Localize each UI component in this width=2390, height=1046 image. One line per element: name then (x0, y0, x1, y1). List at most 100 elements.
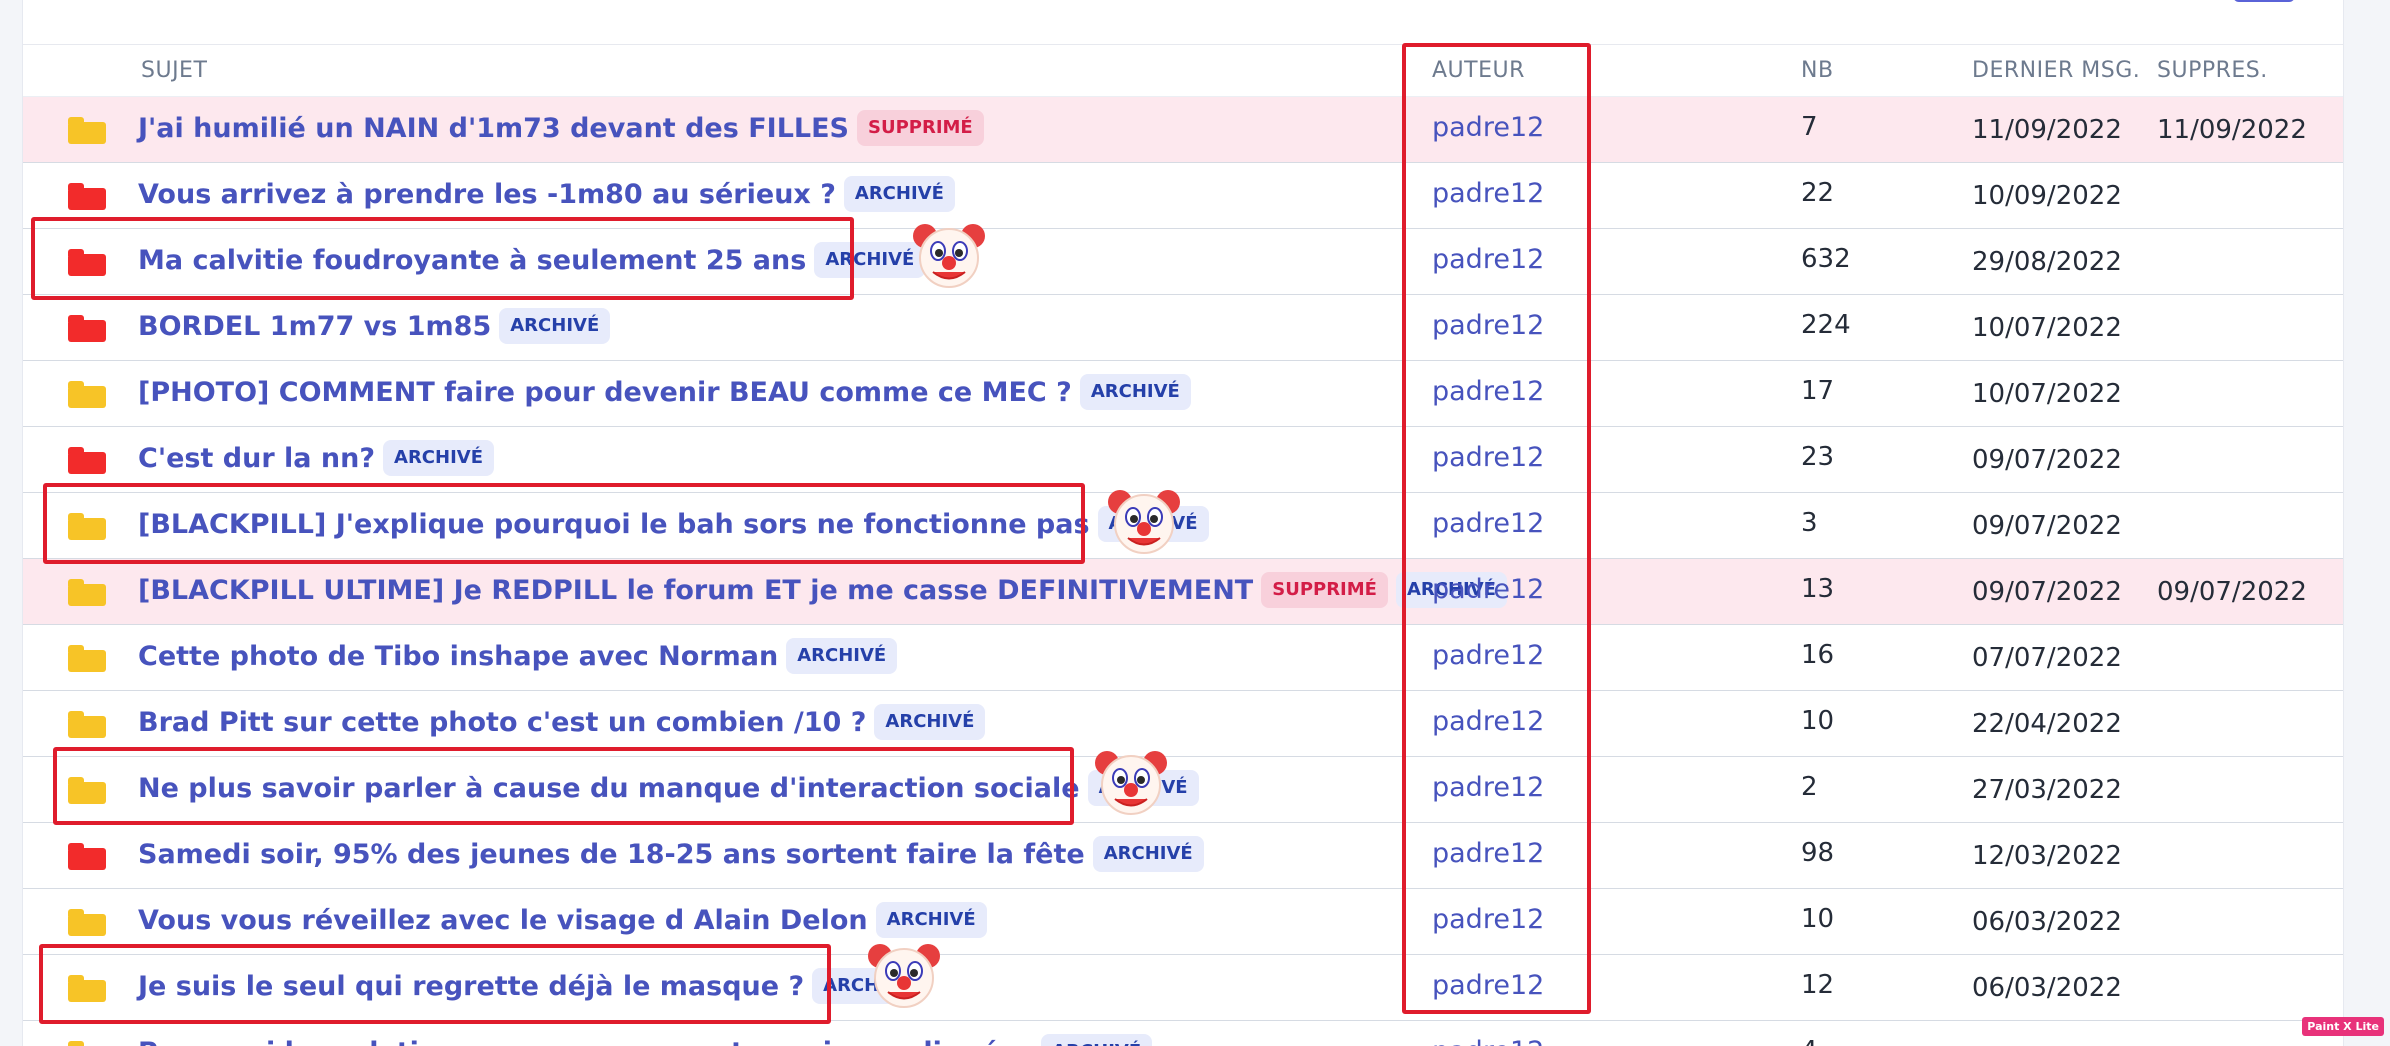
author-link[interactable]: padre12 (1432, 772, 1544, 803)
table-row[interactable]: Ne plus savoir parler à cause du manque … (23, 757, 2343, 823)
message-count: 17 (1801, 376, 1835, 406)
top-action-button[interactable] (2233, 0, 2295, 2)
watermark-badge: Paint X Lite (2302, 1017, 2384, 1036)
topic-link[interactable]: Samedi soir, 95% des jeunes de 18-25 ans… (138, 839, 1085, 870)
folder-icon (68, 843, 106, 870)
topic-link[interactable]: BORDEL 1m77 vs 1m85 (138, 311, 491, 342)
folder-icon (68, 315, 106, 342)
table-row[interactable]: Cette photo de Tibo inshape avec Norman A… (23, 625, 2343, 691)
last-message-date: 27/03/2022 (1972, 775, 2122, 805)
last-message-date: 09/07/2022 (1972, 445, 2122, 475)
folder-icon (68, 579, 106, 606)
topic-subject: Ne plus savoir parler à cause du manque … (138, 770, 1199, 806)
author-link[interactable]: padre12 (1432, 244, 1544, 275)
author-link[interactable]: padre12 (1432, 640, 1544, 671)
author-link[interactable]: padre12 (1432, 574, 1544, 605)
table-row[interactable]: C'est dur la nn? ARCHIVÉ padre12 23 09/07/20… (23, 427, 2343, 493)
message-count: 12 (1801, 970, 1835, 1000)
folder-icon (68, 381, 106, 408)
topic-link[interactable]: Brad Pitt sur cette photo c'est un combi… (138, 707, 866, 738)
folder-icon (68, 513, 106, 540)
table-row[interactable]: J'ai humilié un NAIN d'1m73 devant des F… (23, 97, 2343, 163)
archived-badge: ARCHIVÉ (1041, 1034, 1153, 1046)
last-message-date: 10/07/2022 (1972, 313, 2122, 343)
folder-icon (68, 183, 106, 210)
topic-link[interactable]: J'ai humilié un NAIN d'1m73 devant des F… (138, 113, 849, 144)
topic-link[interactable]: Je suis le seul qui regrette déjà le mas… (138, 971, 804, 1002)
topic-subject: Vous arrivez à prendre les -1m80 au séri… (138, 176, 955, 212)
archived-badge: ARCHIVÉ (1079, 374, 1191, 410)
topic-subject: Je suis le seul qui regrette déjà le mas… (138, 968, 924, 1004)
header-deleted-date: SUPPRES. (2157, 58, 2268, 83)
message-count: 16 (1801, 640, 1835, 670)
topic-link[interactable]: [BLACKPILL] J'explique pourquoi le bah s… (138, 509, 1090, 540)
topic-subject: C'est dur la nn? ARCHIVÉ (138, 440, 495, 476)
topic-subject: Samedi soir, 95% des jeunes de 18-25 ans… (138, 836, 1204, 872)
topic-link[interactable]: Vous arrivez à prendre les -1m80 au séri… (138, 179, 836, 210)
message-count: 224 (1801, 310, 1851, 340)
topic-link[interactable]: Ma calvitie foudroyante à seulement 25 a… (138, 245, 806, 276)
table-row[interactable]: Ma calvitie foudroyante à seulement 25 a… (23, 229, 2343, 295)
message-count: 3 (1801, 508, 1818, 538)
table-row[interactable]: Brad Pitt sur cette photo c'est un combi… (23, 691, 2343, 757)
folder-icon (68, 117, 106, 144)
author-link[interactable]: padre12 (1432, 442, 1544, 473)
topic-link[interactable]: Cette photo de Tibo inshape avec Norman (138, 641, 778, 672)
archived-badge: ARCHIVÉ (383, 440, 495, 476)
deleted-date: 11/09/2022 (2157, 115, 2307, 145)
last-message-date: 09/07/2022 (1972, 511, 2122, 541)
last-message-date: 29/08/2022 (1972, 247, 2122, 277)
message-count: 7 (1801, 112, 1818, 142)
table-row[interactable]: Samedi soir, 95% des jeunes de 18-25 ans… (23, 823, 2343, 889)
table-row[interactable]: [BLACKPILL] J'explique pourquoi le bah s… (23, 493, 2343, 559)
author-link[interactable]: padre12 (1432, 970, 1544, 1001)
folder-icon (68, 909, 106, 936)
table-row[interactable]: Vous vous réveillez avec le visage d Ala… (23, 889, 2343, 955)
topics-panel: SUJET AUTEUR NB DERNIER MSG. SUPPRES. J'… (22, 0, 2344, 1046)
deleted-badge: SUPPRIMÉ (1261, 572, 1388, 608)
author-link[interactable]: padre12 (1432, 376, 1544, 407)
deleted-badge: SUPPRIMÉ (857, 110, 984, 146)
author-link[interactable]: padre12 (1432, 1036, 1544, 1046)
topic-link[interactable]: C'est dur la nn? (138, 443, 375, 474)
table-row[interactable]: Vous arrivez à prendre les -1m80 au séri… (23, 163, 2343, 229)
table-row[interactable]: [PHOTO] COMMENT faire pour devenir BEAU … (23, 361, 2343, 427)
table-row[interactable]: Je suis le seul qui regrette déjà le mas… (23, 955, 2343, 1021)
forum-topic-list-screenshot: SUJET AUTEUR NB DERNIER MSG. SUPPRES. J'… (0, 0, 2390, 1046)
table-row[interactable]: BORDEL 1m77 vs 1m85 ARCHIVÉ padre12 224 10/0… (23, 295, 2343, 361)
topic-rows: J'ai humilié un NAIN d'1m73 devant des F… (23, 97, 2343, 1046)
header-last-message: DERNIER MSG. (1972, 58, 2141, 83)
author-link[interactable]: padre12 (1432, 706, 1544, 737)
topic-subject: J'ai humilié un NAIN d'1m73 devant des F… (138, 110, 984, 146)
clown-face-emoji-icon (1108, 490, 1180, 554)
topic-subject: Vous vous réveillez avec le visage d Ala… (138, 902, 987, 938)
topic-subject: Pourquoi les relations amoureuses sont a… (138, 1034, 1153, 1046)
folder-icon (68, 777, 106, 804)
topic-link[interactable]: [PHOTO] COMMENT faire pour devenir BEAU … (138, 377, 1072, 408)
topic-link[interactable]: Pourquoi les relations amoureuses sont a… (138, 1037, 1033, 1046)
archived-badge: ARCHIVÉ (499, 308, 611, 344)
topic-subject: Cette photo de Tibo inshape avec Norman A… (138, 638, 898, 674)
last-message-date: 12/03/2022 (1972, 841, 2122, 871)
author-link[interactable]: padre12 (1432, 178, 1544, 209)
archived-badge: ARCHIVÉ (786, 638, 898, 674)
table-row[interactable]: Pourquoi les relations amoureuses sont a… (23, 1021, 2343, 1046)
author-link[interactable]: padre12 (1432, 112, 1544, 143)
folder-icon (68, 447, 106, 474)
top-toolbar (23, 0, 2343, 45)
table-row[interactable]: [BLACKPILL ULTIME] Je REDPILL le forum E… (23, 559, 2343, 625)
clown-face-emoji-icon (868, 944, 940, 1008)
author-link[interactable]: padre12 (1432, 508, 1544, 539)
author-link[interactable]: padre12 (1432, 904, 1544, 935)
topic-link[interactable]: Ne plus savoir parler à cause du manque … (138, 773, 1080, 804)
author-link[interactable]: padre12 (1432, 838, 1544, 869)
archived-badge: ARCHIVÉ (1092, 836, 1204, 872)
author-link[interactable]: padre12 (1432, 310, 1544, 341)
table-header: SUJET AUTEUR NB DERNIER MSG. SUPPRES. (23, 45, 2343, 97)
message-count: 98 (1801, 838, 1835, 868)
topic-link[interactable]: Vous vous réveillez avec le visage d Ala… (138, 905, 868, 936)
topic-subject: [BLACKPILL] J'explique pourquoi le bah s… (138, 506, 1209, 542)
folder-icon (68, 711, 106, 738)
message-count: 4 (1801, 1036, 1818, 1046)
topic-link[interactable]: [BLACKPILL ULTIME] Je REDPILL le forum E… (138, 575, 1253, 606)
